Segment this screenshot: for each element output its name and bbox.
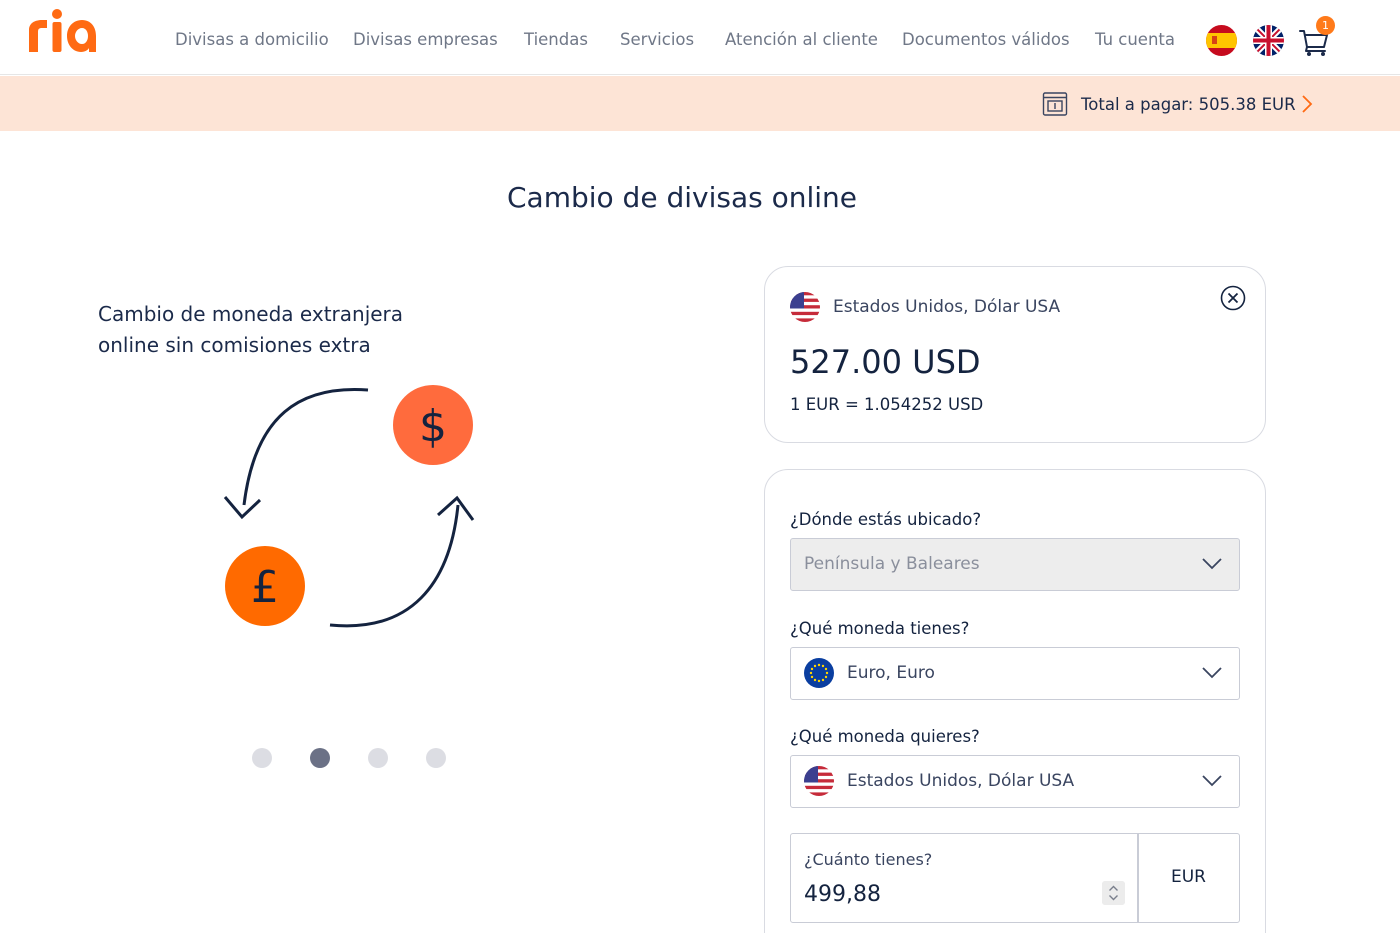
- nav-documentos-validos[interactable]: Documentos válidos: [902, 30, 1070, 49]
- nav-divisas-empresas[interactable]: Divisas empresas: [353, 30, 498, 49]
- location-select[interactable]: Península y Baleares: [790, 538, 1240, 591]
- nav-tu-cuenta[interactable]: Tu cuenta: [1095, 30, 1175, 49]
- hero-line-1: Cambio de moneda extranjera: [98, 302, 404, 326]
- number-spinner-icon[interactable]: [1102, 881, 1125, 905]
- location-label: ¿Dónde estás ubicado?: [790, 510, 982, 529]
- chevron-right-icon[interactable]: [1299, 94, 1315, 114]
- nav-atencion-cliente[interactable]: Atención al cliente: [725, 30, 878, 49]
- currency-want-value: Estados Unidos, Dólar USA: [847, 771, 1075, 791]
- currency-want-select[interactable]: Estados Unidos, Dólar USA: [790, 755, 1240, 808]
- chevron-down-icon: [1202, 667, 1222, 679]
- exchange-rate: 1 EUR = 1.054252 USD: [790, 395, 984, 414]
- nav-divisas-domicilio[interactable]: Divisas a domicilio: [175, 30, 329, 49]
- hero-line-2: online sin comisiones extra: [98, 333, 371, 357]
- uk-flag-icon[interactable]: [1253, 25, 1284, 56]
- chevron-down-icon: [1202, 775, 1222, 787]
- chevron-down-icon: [1202, 558, 1222, 570]
- exchange-arrow-bottom: [329, 504, 460, 628]
- currency-exchange-illustration: $ £: [223, 385, 475, 628]
- cart-count-badge: 1: [1316, 16, 1335, 35]
- carousel-dot-3[interactable]: [368, 748, 388, 768]
- receipt-icon: [1042, 92, 1068, 116]
- eu-flag-icon: [804, 658, 834, 688]
- exchange-arrow-top: [242, 387, 369, 506]
- svg-text:£: £: [251, 562, 279, 613]
- currency-have-value: Euro, Euro: [847, 663, 935, 683]
- total-label: Total a pagar:: [1081, 95, 1194, 114]
- carousel-dot-4[interactable]: [426, 748, 446, 768]
- currency-want-label: ¿Qué moneda quieres?: [790, 727, 980, 746]
- carousel-dot-1[interactable]: [252, 748, 272, 768]
- hero-text: Cambio de moneda extranjera online sin c…: [98, 299, 478, 361]
- amount-label: ¿Cuánto tienes?: [804, 850, 933, 869]
- amount-input[interactable]: [804, 878, 1094, 910]
- site-header: Divisas a domicilio Divisas empresas Tie…: [0, 0, 1400, 75]
- pound-coin-icon: £: [225, 546, 305, 626]
- carousel-dot-2[interactable]: [310, 748, 330, 768]
- location-value: Península y Baleares: [804, 554, 980, 574]
- us-flag-icon: [790, 292, 820, 322]
- total-to-pay: Total a pagar: 505.38 EUR: [1081, 95, 1296, 114]
- svg-text:$: $: [419, 401, 447, 452]
- nav-tiendas[interactable]: Tiendas: [524, 30, 588, 49]
- dollar-coin-icon: $: [393, 385, 473, 465]
- close-icon[interactable]: [1220, 285, 1246, 311]
- spain-flag-icon[interactable]: [1206, 25, 1237, 56]
- currency-have-label: ¿Qué moneda tienes?: [790, 619, 970, 638]
- summary-currency-name: Estados Unidos, Dólar USA: [833, 297, 1061, 317]
- total-amount: 505.38 EUR: [1198, 95, 1296, 114]
- amount-currency[interactable]: EUR: [1138, 867, 1239, 887]
- summary-amount: 527.00 USD: [790, 343, 981, 381]
- nav-servicios[interactable]: Servicios: [620, 30, 694, 49]
- us-flag-icon: [804, 766, 834, 796]
- currency-have-select[interactable]: Euro, Euro: [790, 647, 1240, 700]
- ria-logo[interactable]: [27, 8, 97, 54]
- page-title: Cambio de divisas online: [506, 181, 857, 214]
